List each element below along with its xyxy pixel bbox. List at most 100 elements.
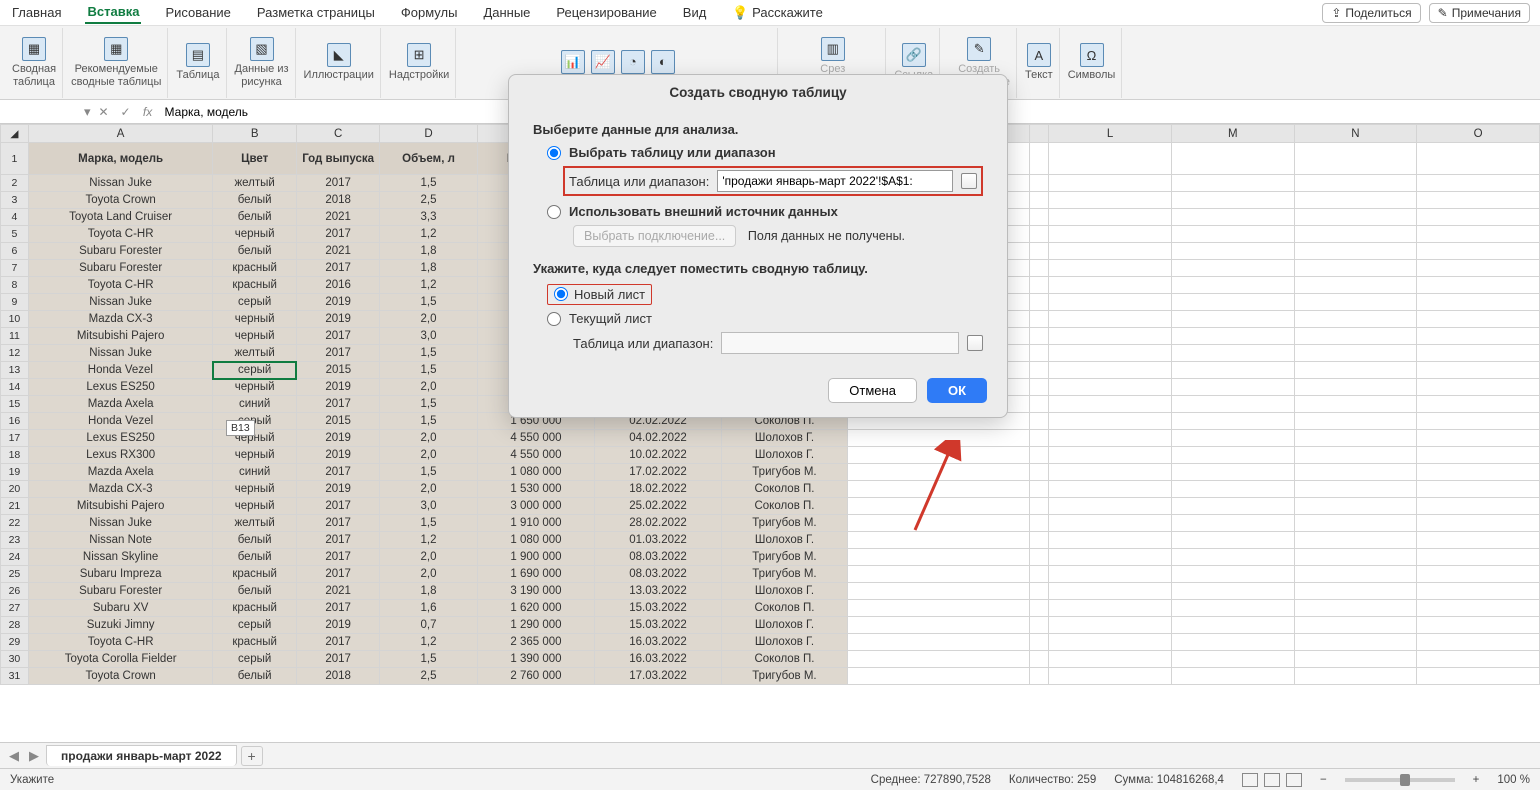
- cell[interactable]: [1171, 634, 1294, 651]
- cell[interactable]: [1417, 583, 1540, 600]
- cell[interactable]: 2016: [296, 277, 379, 294]
- row-header[interactable]: 25: [1, 566, 29, 583]
- cell[interactable]: 2018: [296, 192, 379, 209]
- cell[interactable]: 1,2: [380, 634, 477, 651]
- cell[interactable]: Шолохов Г.: [721, 583, 847, 600]
- cell[interactable]: [1171, 243, 1294, 260]
- cell[interactable]: [1030, 651, 1049, 668]
- cell[interactable]: [1171, 294, 1294, 311]
- column-header[interactable]: B: [213, 125, 296, 143]
- cell[interactable]: Nissan Juke: [28, 515, 213, 532]
- cell[interactable]: белый: [213, 209, 296, 226]
- cell[interactable]: [1417, 549, 1540, 566]
- cell[interactable]: черный: [213, 447, 296, 464]
- cell[interactable]: 2,0: [380, 430, 477, 447]
- zoom-in-icon[interactable]: +: [1473, 774, 1480, 786]
- cell[interactable]: [848, 464, 1030, 481]
- cell[interactable]: [1049, 175, 1172, 192]
- row-header[interactable]: 10: [1, 311, 29, 328]
- cell[interactable]: Шолохов Г.: [721, 430, 847, 447]
- cell[interactable]: 2,0: [380, 447, 477, 464]
- cell[interactable]: 1 080 000: [477, 532, 595, 549]
- cell[interactable]: [1294, 226, 1417, 243]
- row-header[interactable]: 29: [1, 634, 29, 651]
- cell[interactable]: [848, 481, 1030, 498]
- row-header[interactable]: 1: [1, 143, 29, 175]
- sheet-tab[interactable]: продажи январь-март 2022: [46, 745, 237, 766]
- cell[interactable]: [1294, 260, 1417, 277]
- cell[interactable]: Lexus ES250: [28, 430, 213, 447]
- cell[interactable]: [1417, 396, 1540, 413]
- cell[interactable]: 2017: [296, 634, 379, 651]
- cell[interactable]: 2,0: [380, 379, 477, 396]
- cell[interactable]: Subaru Forester: [28, 260, 213, 277]
- ribbon-table[interactable]: ▤Таблица: [170, 28, 226, 98]
- cell[interactable]: Тригубов М.: [721, 515, 847, 532]
- cell[interactable]: 1 390 000: [477, 651, 595, 668]
- row-header[interactable]: 31: [1, 668, 29, 685]
- view-break-icon[interactable]: [1286, 773, 1302, 787]
- cell[interactable]: Toyota C-HR: [28, 226, 213, 243]
- cell[interactable]: Subaru Forester: [28, 583, 213, 600]
- cell[interactable]: [1417, 481, 1540, 498]
- cell[interactable]: [1049, 464, 1172, 481]
- cell[interactable]: [1030, 583, 1049, 600]
- cell[interactable]: 17.02.2022: [595, 464, 721, 481]
- cell[interactable]: Lexus RX300: [28, 447, 213, 464]
- cell[interactable]: белый: [213, 583, 296, 600]
- cell[interactable]: 2017: [296, 549, 379, 566]
- zoom-slider[interactable]: [1345, 778, 1455, 782]
- cell[interactable]: [848, 634, 1030, 651]
- cell[interactable]: [1171, 532, 1294, 549]
- cell[interactable]: 2017: [296, 515, 379, 532]
- cell[interactable]: [1049, 209, 1172, 226]
- cell[interactable]: 1,2: [380, 532, 477, 549]
- cell[interactable]: [1030, 515, 1049, 532]
- cell[interactable]: [1294, 328, 1417, 345]
- cell[interactable]: [1030, 532, 1049, 549]
- cell[interactable]: [1171, 515, 1294, 532]
- cell[interactable]: желтый: [213, 175, 296, 192]
- cell[interactable]: Mitsubishi Pajero: [28, 328, 213, 345]
- cell[interactable]: [1171, 447, 1294, 464]
- cell[interactable]: [1049, 396, 1172, 413]
- cell[interactable]: 2019: [296, 481, 379, 498]
- cell[interactable]: 1,5: [380, 464, 477, 481]
- cell[interactable]: [1030, 566, 1049, 583]
- cell[interactable]: [1417, 515, 1540, 532]
- cell[interactable]: [1049, 311, 1172, 328]
- header-cell[interactable]: [1294, 143, 1417, 175]
- cell[interactable]: 4 550 000: [477, 430, 595, 447]
- cell[interactable]: [1417, 447, 1540, 464]
- cell[interactable]: [1294, 600, 1417, 617]
- row-header[interactable]: 11: [1, 328, 29, 345]
- cell[interactable]: 1,5: [380, 515, 477, 532]
- cell[interactable]: [1049, 192, 1172, 209]
- row-header[interactable]: 28: [1, 617, 29, 634]
- menu-draw[interactable]: Рисование: [163, 2, 232, 23]
- cell[interactable]: [1294, 192, 1417, 209]
- cell[interactable]: [1417, 379, 1540, 396]
- cell[interactable]: 16.03.2022: [595, 634, 721, 651]
- row-header[interactable]: 4: [1, 209, 29, 226]
- cell[interactable]: [1049, 447, 1172, 464]
- cell[interactable]: [1171, 345, 1294, 362]
- cell[interactable]: Subaru Impreza: [28, 566, 213, 583]
- cell[interactable]: [1294, 583, 1417, 600]
- cell[interactable]: [1417, 345, 1540, 362]
- cell[interactable]: 3,0: [380, 328, 477, 345]
- cell[interactable]: [1417, 328, 1540, 345]
- cell[interactable]: [1417, 192, 1540, 209]
- header-cell[interactable]: [1171, 143, 1294, 175]
- cell[interactable]: [1030, 209, 1049, 226]
- cell[interactable]: [1171, 226, 1294, 243]
- cell[interactable]: 08.03.2022: [595, 549, 721, 566]
- cell[interactable]: [1417, 277, 1540, 294]
- cell[interactable]: [1294, 634, 1417, 651]
- cell[interactable]: 01.03.2022: [595, 532, 721, 549]
- cell[interactable]: 10.02.2022: [595, 447, 721, 464]
- cell[interactable]: [1049, 600, 1172, 617]
- cell[interactable]: Toyota Corolla Fielder: [28, 651, 213, 668]
- header-cell[interactable]: [1417, 143, 1540, 175]
- cell[interactable]: желтый: [213, 345, 296, 362]
